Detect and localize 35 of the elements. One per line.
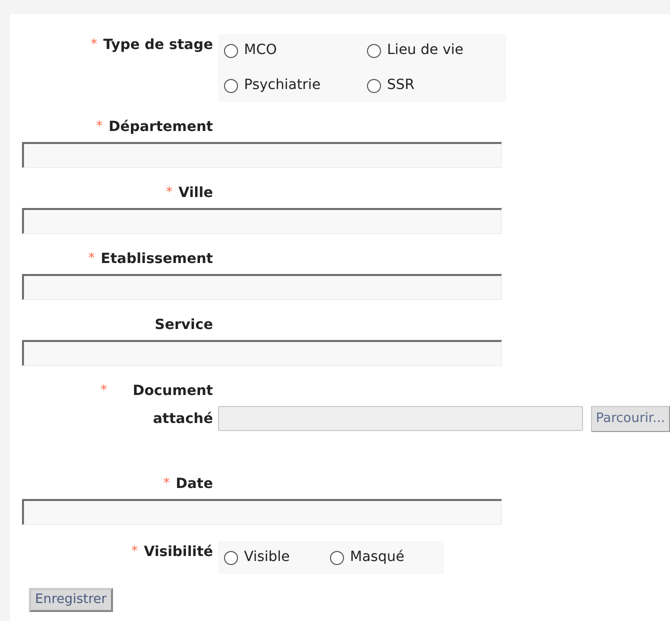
radio-button[interactable] (224, 44, 238, 58)
required-marker: * (88, 250, 95, 268)
radio-button[interactable] (224, 550, 238, 564)
text-field[interactable] (22, 274, 502, 300)
text-field[interactable] (22, 208, 502, 234)
required-marker: * (163, 475, 170, 493)
field-label: Département (108, 118, 213, 136)
field-label: Service (154, 316, 213, 334)
radio-label: SSR (387, 76, 415, 95)
required-marker: * (96, 118, 103, 136)
radio-button[interactable] (330, 550, 344, 564)
text-field[interactable] (22, 340, 502, 366)
radio-button[interactable] (367, 44, 381, 58)
field-label: Date (176, 475, 213, 493)
field-label: Document attaché (132, 382, 213, 429)
field-label: Etablissement (100, 250, 213, 268)
field-label: Visibilité (144, 543, 213, 561)
radio-label: Visible (244, 548, 290, 567)
field-label: Type de stage (103, 36, 213, 54)
radio-button[interactable] (367, 78, 381, 92)
radio-label: Psychiatrie (244, 76, 321, 95)
radio-label: MCO (244, 41, 277, 60)
save-button[interactable]: Enregistrer (29, 588, 113, 612)
field-label: Ville (178, 184, 213, 202)
required-marker: * (90, 36, 98, 54)
text-field[interactable] (22, 499, 502, 525)
required-marker: * (166, 184, 173, 202)
required-marker: * (131, 543, 138, 561)
text-field[interactable] (22, 142, 502, 168)
browse-button[interactable]: Parcourir... (590, 406, 670, 432)
radio-label: Lieu de vie (387, 41, 464, 60)
radio-label: Masqué (350, 548, 404, 567)
radio-button[interactable] (224, 78, 238, 92)
required-marker: * (100, 382, 107, 400)
file-path-field[interactable] (218, 406, 583, 431)
